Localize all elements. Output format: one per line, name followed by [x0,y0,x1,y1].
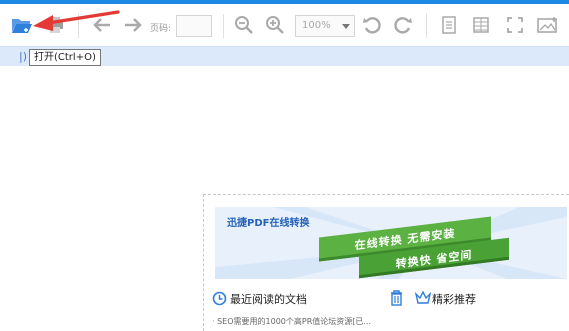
single-page-icon [442,16,456,34]
recent-docs-title: 最近阅读的文档 [230,293,307,306]
zoom-out-button[interactable] [233,14,255,36]
page-number-label: 页码: [150,24,172,34]
trash-icon[interactable] [390,290,403,306]
rotate-left-button[interactable] [361,14,383,36]
promo-banner[interactable]: 迅捷PDF在线转换 在线转换 无需安装 转换快 省空间 [215,207,567,279]
start-page-panel: 迅捷PDF在线转换 在线转换 无需安装 转换快 省空间 最近阅读的文档 精彩推荐… [203,194,569,331]
zoom-in-button[interactable] [264,14,286,36]
two-page-button[interactable] [470,14,492,36]
zoom-out-icon [235,16,253,34]
two-page-icon [473,17,489,33]
open-tooltip: 打开(Ctrl+O) [29,49,101,66]
fullscreen-button[interactable] [504,14,526,36]
banner-title: 迅捷PDF在线转换 [227,218,310,229]
recent-doc-item[interactable]: · SEO需要用的1000个高PR值论坛资源[已... [212,316,371,327]
clock-icon [212,291,227,306]
rotate-left-icon [363,17,381,34]
screenshot-icon [537,17,557,33]
zoom-in-icon [266,16,284,34]
chevron-down-icon [342,24,350,29]
rotate-right-button[interactable] [392,14,414,36]
zoom-level-select[interactable]: 100% [295,15,355,37]
toolbar-separator [223,14,224,38]
single-page-button[interactable] [438,14,460,36]
toolbar-separator [426,14,427,38]
recent-docs-header: 最近阅读的文档 精彩推荐 [212,289,562,307]
annotation-arrow-icon [33,10,120,31]
screenshot-button[interactable] [537,14,559,36]
featured-recommendations-link[interactable]: 精彩推荐 [432,291,476,307]
tab-strip-mark: |) [19,50,27,63]
page-number-input[interactable] [176,15,212,37]
rotate-right-icon [394,17,412,34]
zoom-level-value: 100% [302,20,331,31]
fullscreen-icon [507,17,523,33]
crown-icon [415,291,431,304]
